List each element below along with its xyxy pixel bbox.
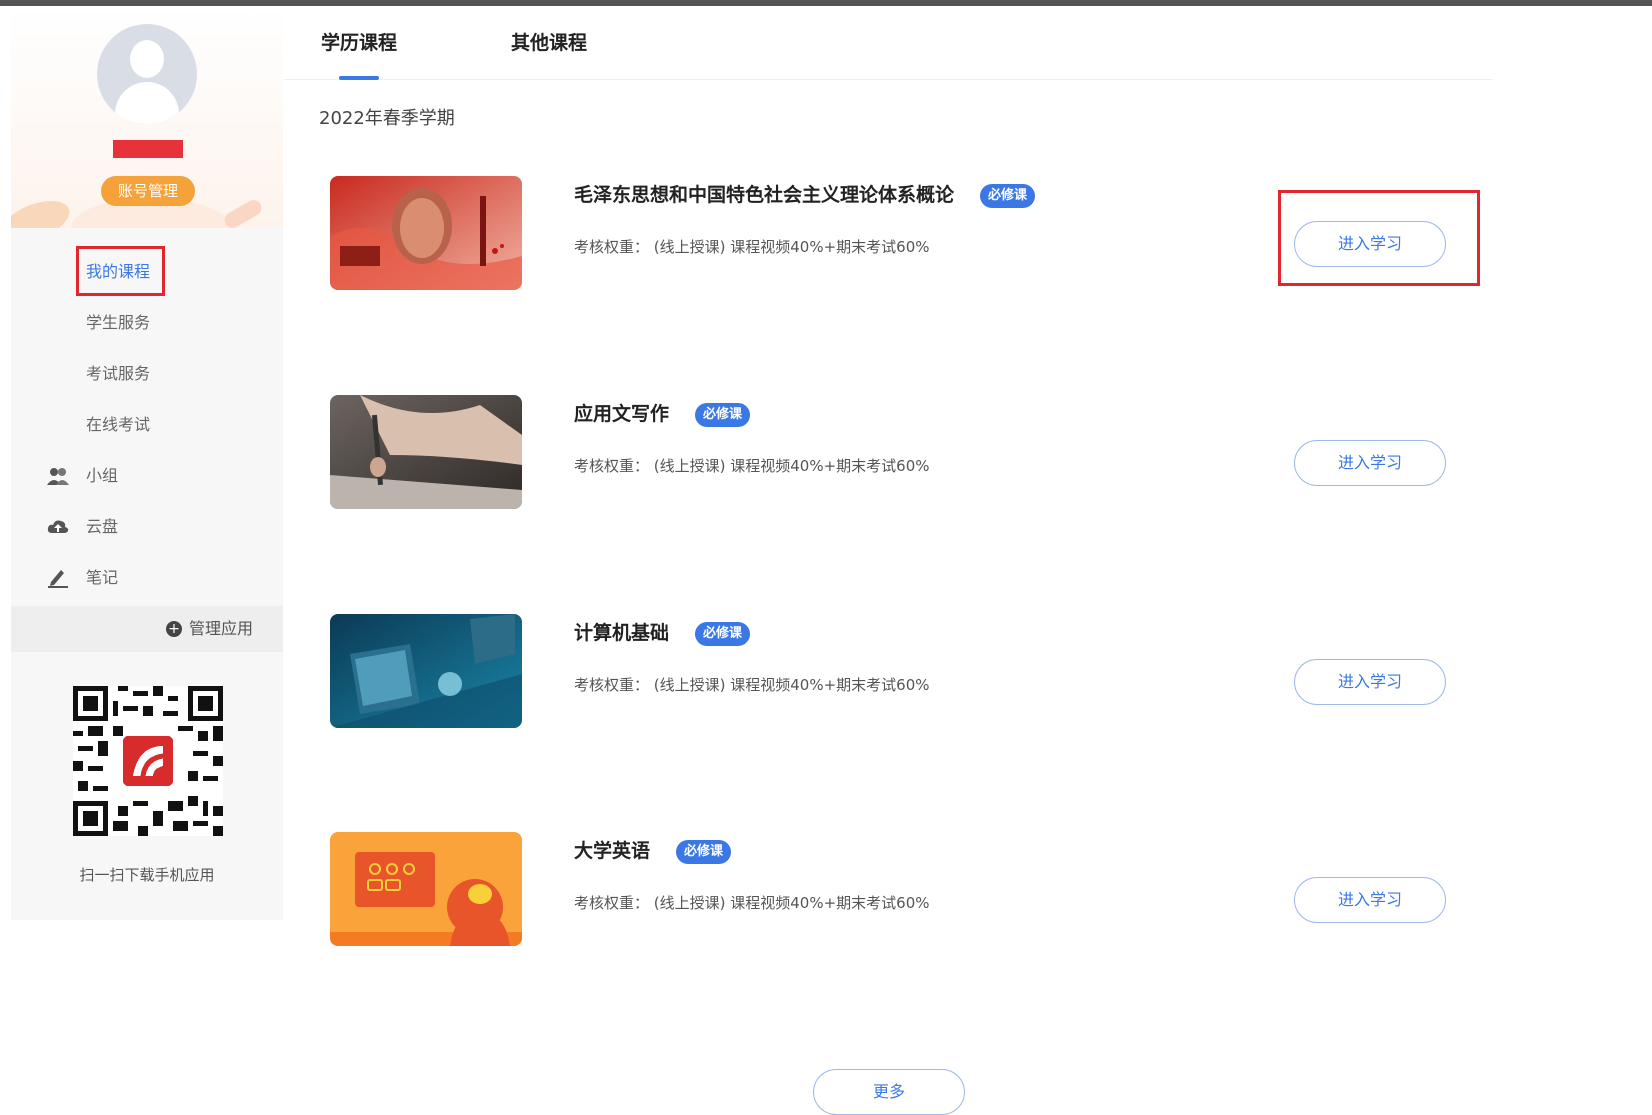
required-badge: 必修课 xyxy=(695,402,751,427)
course-thumbnail[interactable] xyxy=(330,395,522,509)
enter-study-button[interactable]: 进入学习 xyxy=(1294,877,1446,923)
course-weight: 考核权重： (线上授课) 课程视频40%+期末考试60% xyxy=(574,457,930,475)
required-badge: 必修课 xyxy=(980,183,1036,208)
required-badge: 必修课 xyxy=(676,839,732,864)
qr-code xyxy=(73,686,223,836)
cloud-upload-icon xyxy=(47,520,69,533)
sidebar-item-cloud[interactable]: 云盘 xyxy=(11,501,283,552)
course-weight: 考核权重： (线上授课) 课程视频40%+期末考试60% xyxy=(574,894,930,912)
sidebar-item-online-exam[interactable]: 在线考试 xyxy=(11,399,283,450)
tab-degree-courses[interactable]: 学历课程 xyxy=(321,28,397,55)
tab-other-courses[interactable]: 其他课程 xyxy=(511,28,587,55)
sidebar-item-student-services[interactable]: 学生服务 xyxy=(11,297,283,348)
sidebar-menu: 我的课程 学生服务 考试服务 在线考试 小组 云盘 笔记 xyxy=(11,246,283,603)
sidebar-item-exam-services[interactable]: 考试服务 xyxy=(11,348,283,399)
course-card: 应用文写作 必修课 考核权重： (线上授课) 课程视频40%+期末考试60% 进入… xyxy=(330,395,1460,510)
course-card: 毛泽东思想和中国特色社会主义理论体系概论 必修课 考核权重： (线上授课) 课程视… xyxy=(330,176,1480,291)
course-title[interactable]: 计算机基础 必修课 xyxy=(574,618,751,646)
term-heading: 2022年春季学期 xyxy=(319,108,455,129)
sidebar-item-notes[interactable]: 笔记 xyxy=(11,552,283,603)
sidebar-item-my-courses[interactable]: 我的课程 xyxy=(11,246,283,297)
plus-circle-icon: + xyxy=(166,621,182,637)
course-title[interactable]: 毛泽东思想和中国特色社会主义理论体系概论 必修课 xyxy=(574,180,1036,208)
manage-apps-button[interactable]: + 管理应用 xyxy=(11,606,283,652)
course-title[interactable]: 应用文写作 必修课 xyxy=(574,399,751,427)
manage-apps-label: 管理应用 xyxy=(189,619,254,638)
sidebar-item-label: 学生服务 xyxy=(86,313,151,332)
sidebar-item-label: 笔记 xyxy=(86,568,119,587)
enter-study-button[interactable]: 进入学习 xyxy=(1294,440,1446,486)
pen-note-icon xyxy=(48,570,68,588)
required-badge: 必修课 xyxy=(695,621,751,646)
course-thumbnail[interactable] xyxy=(330,176,522,290)
group-icon xyxy=(47,468,69,485)
course-title[interactable]: 大学英语 必修课 xyxy=(574,836,732,864)
sidebar-item-label: 考试服务 xyxy=(86,364,151,383)
course-tabs: 学历课程 其他课程 xyxy=(284,6,1492,80)
highlight-box xyxy=(76,246,165,296)
course-thumbnail[interactable] xyxy=(330,832,522,946)
sidebar-item-label: 小组 xyxy=(86,466,119,485)
course-card: 大学英语 必修课 考核权重： (线上授课) 课程视频40%+期末考试60% 进入学… xyxy=(330,832,1460,947)
course-thumbnail[interactable] xyxy=(330,614,522,728)
sidebar-item-group[interactable]: 小组 xyxy=(11,450,283,501)
account-management-button[interactable]: 账号管理 xyxy=(101,176,195,206)
profile-card: 账号管理 xyxy=(11,6,283,228)
username-redacted xyxy=(113,140,183,158)
sidebar: 账号管理 我的课程 学生服务 考试服务 在线考试 小组 云盘 笔记 + 管理应用… xyxy=(11,6,283,920)
enter-study-button[interactable]: 进入学习 xyxy=(1294,659,1446,705)
avatar[interactable] xyxy=(97,24,197,124)
active-tab-indicator xyxy=(339,76,379,80)
enter-study-button[interactable]: 进入学习 xyxy=(1294,221,1446,267)
course-weight: 考核权重： (线上授课) 课程视频40%+期末考试60% xyxy=(574,676,930,694)
qr-caption: 扫一扫下载手机应用 xyxy=(79,866,215,884)
course-card: 计算机基础 必修课 考核权重： (线上授课) 课程视频40%+期末考试60% 进入… xyxy=(330,614,1460,729)
sidebar-item-label: 云盘 xyxy=(86,517,119,536)
sidebar-item-label: 在线考试 xyxy=(86,415,151,434)
more-button[interactable]: 更多 xyxy=(813,1069,965,1115)
course-weight: 考核权重： (线上授课) 课程视频40%+期末考试60% xyxy=(574,238,930,256)
